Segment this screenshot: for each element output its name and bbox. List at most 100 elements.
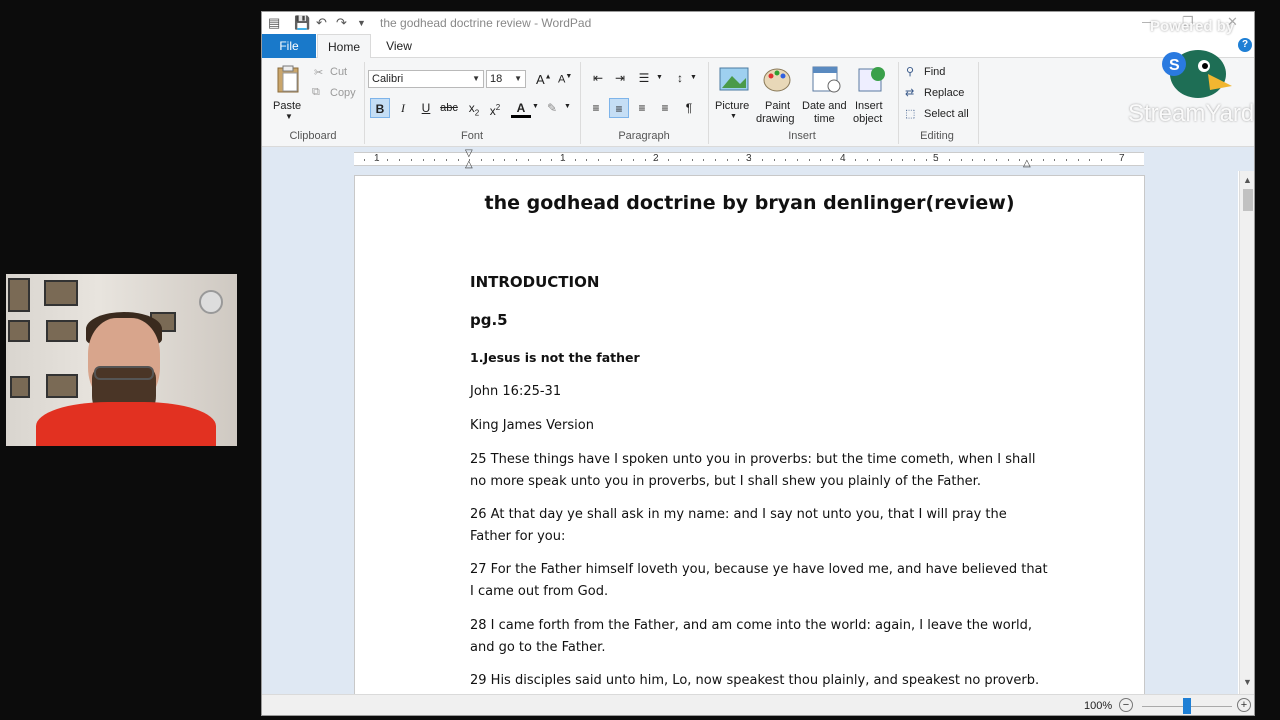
- document-title: the godhead doctrine by bryan denlinger(…: [484, 192, 1015, 214]
- underline-icon[interactable]: U: [416, 98, 436, 118]
- insert-object-icon: [858, 67, 885, 92]
- font-size-select[interactable]: 18 ▼: [486, 70, 526, 88]
- ruler-tick: [972, 159, 974, 161]
- document-page[interactable]: the godhead doctrine by bryan denlinger(…: [354, 175, 1145, 694]
- zoom-level: 100%: [1084, 700, 1113, 712]
- ruler-tick: [1077, 159, 1079, 161]
- ruler-tick: [796, 159, 798, 161]
- bible-version: King James Version: [470, 418, 594, 433]
- ruler-tick: [539, 159, 541, 161]
- ruler-tick: [422, 159, 424, 161]
- svg-text:S: S: [1169, 57, 1180, 74]
- ruler-number: 7: [1119, 153, 1125, 164]
- scroll-up-icon[interactable]: ▲: [1243, 175, 1252, 185]
- ruler-tick: [679, 159, 681, 161]
- chevron-down-icon[interactable]: ▼: [532, 103, 539, 110]
- date-time-button[interactable]: Date and time: [802, 62, 850, 125]
- ribbon-separator: [978, 62, 979, 144]
- ruler-tick: [1019, 159, 1021, 161]
- first-line-indent-marker[interactable]: ▽: [465, 148, 473, 159]
- picture-button[interactable]: Picture ▼: [714, 62, 754, 124]
- font-family-value: Calibri: [372, 73, 404, 85]
- save-icon[interactable]: 💾: [294, 15, 310, 31]
- ruler-tick: [656, 159, 658, 161]
- decrease-indent-icon[interactable]: ⇤: [588, 68, 608, 88]
- zoom-out-icon[interactable]: −: [1119, 698, 1133, 712]
- scripture-reference: John 16:25-31: [470, 384, 562, 399]
- redo-icon[interactable]: ↷: [336, 15, 347, 31]
- paste-label: Paste: [273, 100, 302, 112]
- grow-font-icon[interactable]: A▲: [536, 72, 552, 87]
- align-right-icon[interactable]: ≡: [632, 98, 652, 118]
- ruler-tick: [364, 159, 365, 161]
- cut-scissors-icon: ✂: [314, 67, 324, 79]
- insert-object-button[interactable]: Insert object: [852, 62, 892, 125]
- ruler-tick: [925, 159, 927, 161]
- ruler-tick: [949, 159, 950, 161]
- scrollbar-thumb[interactable]: [1243, 189, 1253, 211]
- right-indent-marker[interactable]: △: [1023, 158, 1031, 169]
- ruler-tick: [387, 159, 389, 161]
- paragraph-settings-icon[interactable]: ¶: [679, 98, 699, 118]
- vertical-scrollbar[interactable]: ▲ ▼: [1239, 171, 1254, 694]
- zoom-in-icon[interactable]: +: [1237, 698, 1251, 712]
- ruler-tick: [621, 159, 623, 161]
- help-icon[interactable]: ?: [1238, 38, 1252, 52]
- customize-toolbar-icon[interactable]: ▼: [357, 18, 366, 28]
- chevron-down-icon[interactable]: ▼: [656, 74, 663, 81]
- align-center-icon[interactable]: ≡: [609, 98, 629, 118]
- insert-object-label: Insert: [855, 100, 883, 112]
- scroll-down-icon[interactable]: ▼: [1243, 677, 1252, 687]
- justify-icon[interactable]: ≡: [655, 98, 675, 118]
- align-left-icon[interactable]: ≡: [586, 98, 606, 118]
- strikethrough-icon[interactable]: abc: [439, 98, 459, 118]
- ruler-tick: [399, 159, 401, 161]
- tab-view[interactable]: View: [374, 34, 424, 58]
- tab-file[interactable]: File: [262, 34, 316, 58]
- select-all-button[interactable]: Select all: [924, 108, 969, 120]
- chevron-down-icon[interactable]: ▼: [564, 103, 571, 110]
- bold-icon[interactable]: B: [370, 98, 390, 118]
- tab-home[interactable]: Home: [317, 34, 371, 59]
- person-shirt: [36, 402, 216, 446]
- undo-icon[interactable]: ↶: [316, 15, 327, 31]
- ruler-tick: [995, 159, 997, 161]
- paste-button[interactable]: Paste ▼: [270, 62, 306, 122]
- text-color-icon[interactable]: A: [511, 98, 531, 118]
- ruler-tick: [738, 159, 740, 161]
- shrink-font-icon[interactable]: A▼: [558, 73, 572, 86]
- increase-indent-icon[interactable]: ⇥: [610, 68, 630, 88]
- subscript-icon[interactable]: x2: [464, 98, 484, 118]
- ruler-tick: [1066, 159, 1067, 161]
- highlight-icon[interactable]: ✎: [542, 98, 562, 118]
- ruler-tick: [457, 159, 459, 161]
- ruler-tick: [1007, 159, 1009, 161]
- picture-icon: [719, 67, 749, 91]
- bullets-icon[interactable]: ☰: [634, 68, 654, 88]
- superscript-icon[interactable]: x2: [485, 98, 505, 118]
- chevron-down-icon: ▼: [472, 74, 480, 83]
- replace-button[interactable]: Replace: [924, 87, 964, 99]
- paint-drawing-button[interactable]: Paint drawing: [756, 62, 800, 125]
- webcam-feed: [6, 274, 237, 446]
- verse-paragraph: 27 For the Father himself loveth you, be…: [470, 562, 1048, 599]
- ruler-tick: [445, 159, 447, 161]
- page-reference: pg.5: [470, 311, 508, 329]
- chevron-down-icon[interactable]: ▼: [690, 74, 697, 81]
- zoom-slider-thumb[interactable]: [1183, 698, 1191, 714]
- copy-button[interactable]: Copy: [330, 87, 356, 99]
- ruler[interactable]: 1 1 2 3 4 5 7 ▽ △ △: [354, 148, 1144, 170]
- ruler-tick: [492, 159, 494, 161]
- ruler-tick: [1030, 159, 1032, 161]
- ribbon-separator: [364, 62, 365, 144]
- ruler-tick: [902, 159, 904, 161]
- cut-button[interactable]: Cut: [330, 66, 347, 78]
- ruler-tick: [913, 159, 915, 161]
- window-title: the godhead doctrine review - WordPad: [380, 16, 592, 30]
- italic-icon[interactable]: I: [393, 98, 413, 118]
- find-button[interactable]: Find: [924, 66, 945, 78]
- point-heading: 1.Jesus is not the father: [470, 350, 640, 365]
- paint-label-2: drawing: [756, 113, 795, 125]
- font-family-select[interactable]: Calibri ▼: [368, 70, 484, 88]
- line-spacing-icon[interactable]: ↕: [670, 68, 690, 88]
